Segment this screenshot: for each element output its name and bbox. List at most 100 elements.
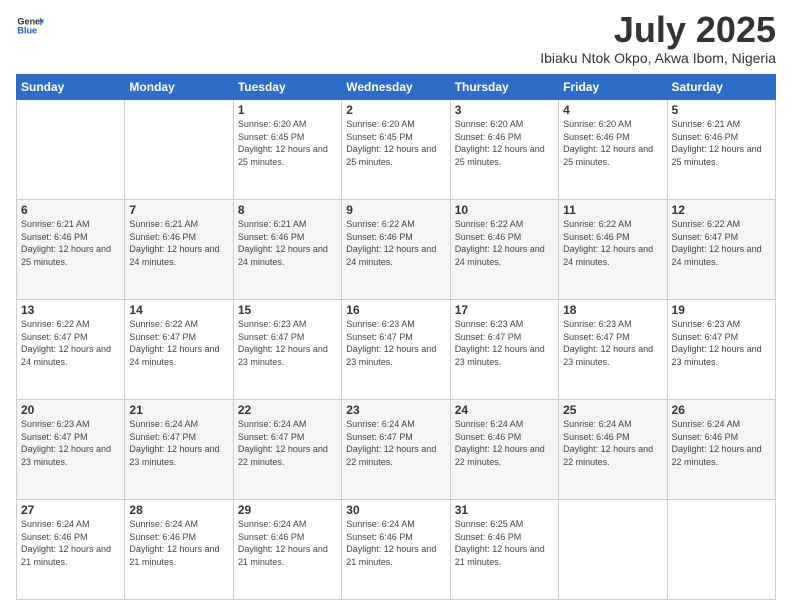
day-number: 4 [563,103,662,117]
calendar-cell: 9Sunrise: 6:22 AM Sunset: 6:46 PM Daylig… [342,200,450,300]
day-number: 27 [21,503,120,517]
day-info: Sunrise: 6:20 AM Sunset: 6:45 PM Dayligh… [346,118,445,168]
day-number: 9 [346,203,445,217]
calendar-cell: 10Sunrise: 6:22 AM Sunset: 6:46 PM Dayli… [450,200,558,300]
logo: General Blue [16,12,44,40]
calendar-table: SundayMondayTuesdayWednesdayThursdayFrid… [16,74,776,600]
day-info: Sunrise: 6:21 AM Sunset: 6:46 PM Dayligh… [129,218,228,268]
day-number: 28 [129,503,228,517]
day-info: Sunrise: 6:24 AM Sunset: 6:46 PM Dayligh… [672,418,771,468]
day-info: Sunrise: 6:22 AM Sunset: 6:47 PM Dayligh… [672,218,771,268]
day-number: 5 [672,103,771,117]
day-info: Sunrise: 6:24 AM Sunset: 6:47 PM Dayligh… [238,418,337,468]
day-number: 26 [672,403,771,417]
calendar-cell: 6Sunrise: 6:21 AM Sunset: 6:46 PM Daylig… [17,200,125,300]
day-info: Sunrise: 6:24 AM Sunset: 6:46 PM Dayligh… [563,418,662,468]
week-row-4: 20Sunrise: 6:23 AM Sunset: 6:47 PM Dayli… [17,400,776,500]
day-info: Sunrise: 6:20 AM Sunset: 6:46 PM Dayligh… [563,118,662,168]
week-row-2: 6Sunrise: 6:21 AM Sunset: 6:46 PM Daylig… [17,200,776,300]
title-block: July 2025 Ibiaku Ntok Okpo, Akwa Ibom, N… [540,12,776,66]
day-number: 10 [455,203,554,217]
calendar-cell [559,500,667,600]
day-info: Sunrise: 6:24 AM Sunset: 6:47 PM Dayligh… [129,418,228,468]
day-number: 19 [672,303,771,317]
location: Ibiaku Ntok Okpo, Akwa Ibom, Nigeria [540,50,776,66]
day-number: 6 [21,203,120,217]
day-number: 21 [129,403,228,417]
day-number: 24 [455,403,554,417]
day-info: Sunrise: 6:24 AM Sunset: 6:47 PM Dayligh… [346,418,445,468]
day-info: Sunrise: 6:23 AM Sunset: 6:47 PM Dayligh… [563,318,662,368]
day-number: 25 [563,403,662,417]
calendar-cell: 18Sunrise: 6:23 AM Sunset: 6:47 PM Dayli… [559,300,667,400]
day-info: Sunrise: 6:22 AM Sunset: 6:47 PM Dayligh… [21,318,120,368]
day-info: Sunrise: 6:23 AM Sunset: 6:47 PM Dayligh… [672,318,771,368]
day-info: Sunrise: 6:20 AM Sunset: 6:46 PM Dayligh… [455,118,554,168]
calendar-cell: 8Sunrise: 6:21 AM Sunset: 6:46 PM Daylig… [233,200,341,300]
day-number: 29 [238,503,337,517]
day-info: Sunrise: 6:22 AM Sunset: 6:46 PM Dayligh… [346,218,445,268]
calendar-cell [125,100,233,200]
day-number: 17 [455,303,554,317]
day-number: 7 [129,203,228,217]
day-number: 8 [238,203,337,217]
calendar-cell: 7Sunrise: 6:21 AM Sunset: 6:46 PM Daylig… [125,200,233,300]
week-row-3: 13Sunrise: 6:22 AM Sunset: 6:47 PM Dayli… [17,300,776,400]
day-number: 23 [346,403,445,417]
day-info: Sunrise: 6:20 AM Sunset: 6:45 PM Dayligh… [238,118,337,168]
page: General Blue July 2025 Ibiaku Ntok Okpo,… [0,0,792,612]
calendar-cell [17,100,125,200]
day-number: 12 [672,203,771,217]
calendar-cell: 16Sunrise: 6:23 AM Sunset: 6:47 PM Dayli… [342,300,450,400]
week-row-5: 27Sunrise: 6:24 AM Sunset: 6:46 PM Dayli… [17,500,776,600]
calendar-cell: 20Sunrise: 6:23 AM Sunset: 6:47 PM Dayli… [17,400,125,500]
calendar-cell: 15Sunrise: 6:23 AM Sunset: 6:47 PM Dayli… [233,300,341,400]
day-info: Sunrise: 6:24 AM Sunset: 6:46 PM Dayligh… [129,518,228,568]
month-title: July 2025 [540,12,776,48]
calendar-cell: 26Sunrise: 6:24 AM Sunset: 6:46 PM Dayli… [667,400,775,500]
calendar-cell: 24Sunrise: 6:24 AM Sunset: 6:46 PM Dayli… [450,400,558,500]
day-number: 3 [455,103,554,117]
svg-text:Blue: Blue [17,26,37,36]
day-info: Sunrise: 6:22 AM Sunset: 6:46 PM Dayligh… [455,218,554,268]
calendar-cell: 21Sunrise: 6:24 AM Sunset: 6:47 PM Dayli… [125,400,233,500]
day-info: Sunrise: 6:23 AM Sunset: 6:47 PM Dayligh… [21,418,120,468]
calendar-cell: 23Sunrise: 6:24 AM Sunset: 6:47 PM Dayli… [342,400,450,500]
weekday-header-saturday: Saturday [667,75,775,100]
calendar-cell: 3Sunrise: 6:20 AM Sunset: 6:46 PM Daylig… [450,100,558,200]
day-info: Sunrise: 6:23 AM Sunset: 6:47 PM Dayligh… [455,318,554,368]
calendar-cell: 12Sunrise: 6:22 AM Sunset: 6:47 PM Dayli… [667,200,775,300]
calendar-cell: 30Sunrise: 6:24 AM Sunset: 6:46 PM Dayli… [342,500,450,600]
weekday-header-thursday: Thursday [450,75,558,100]
calendar-cell [667,500,775,600]
calendar-cell: 27Sunrise: 6:24 AM Sunset: 6:46 PM Dayli… [17,500,125,600]
week-row-1: 1Sunrise: 6:20 AM Sunset: 6:45 PM Daylig… [17,100,776,200]
day-info: Sunrise: 6:22 AM Sunset: 6:47 PM Dayligh… [129,318,228,368]
calendar-cell: 29Sunrise: 6:24 AM Sunset: 6:46 PM Dayli… [233,500,341,600]
calendar-cell: 31Sunrise: 6:25 AM Sunset: 6:46 PM Dayli… [450,500,558,600]
day-number: 2 [346,103,445,117]
calendar-cell: 25Sunrise: 6:24 AM Sunset: 6:46 PM Dayli… [559,400,667,500]
logo-icon: General Blue [16,12,44,40]
weekday-header-monday: Monday [125,75,233,100]
day-info: Sunrise: 6:21 AM Sunset: 6:46 PM Dayligh… [672,118,771,168]
calendar-cell: 1Sunrise: 6:20 AM Sunset: 6:45 PM Daylig… [233,100,341,200]
day-info: Sunrise: 6:25 AM Sunset: 6:46 PM Dayligh… [455,518,554,568]
day-info: Sunrise: 6:21 AM Sunset: 6:46 PM Dayligh… [21,218,120,268]
calendar-cell: 22Sunrise: 6:24 AM Sunset: 6:47 PM Dayli… [233,400,341,500]
day-info: Sunrise: 6:24 AM Sunset: 6:46 PM Dayligh… [21,518,120,568]
day-info: Sunrise: 6:23 AM Sunset: 6:47 PM Dayligh… [238,318,337,368]
day-number: 18 [563,303,662,317]
calendar-cell: 5Sunrise: 6:21 AM Sunset: 6:46 PM Daylig… [667,100,775,200]
calendar-cell: 17Sunrise: 6:23 AM Sunset: 6:47 PM Dayli… [450,300,558,400]
calendar-cell: 2Sunrise: 6:20 AM Sunset: 6:45 PM Daylig… [342,100,450,200]
day-number: 14 [129,303,228,317]
weekday-header-tuesday: Tuesday [233,75,341,100]
day-info: Sunrise: 6:22 AM Sunset: 6:46 PM Dayligh… [563,218,662,268]
day-number: 13 [21,303,120,317]
day-number: 22 [238,403,337,417]
day-number: 31 [455,503,554,517]
day-info: Sunrise: 6:21 AM Sunset: 6:46 PM Dayligh… [238,218,337,268]
calendar-cell: 11Sunrise: 6:22 AM Sunset: 6:46 PM Dayli… [559,200,667,300]
weekday-header-row: SundayMondayTuesdayWednesdayThursdayFrid… [17,75,776,100]
